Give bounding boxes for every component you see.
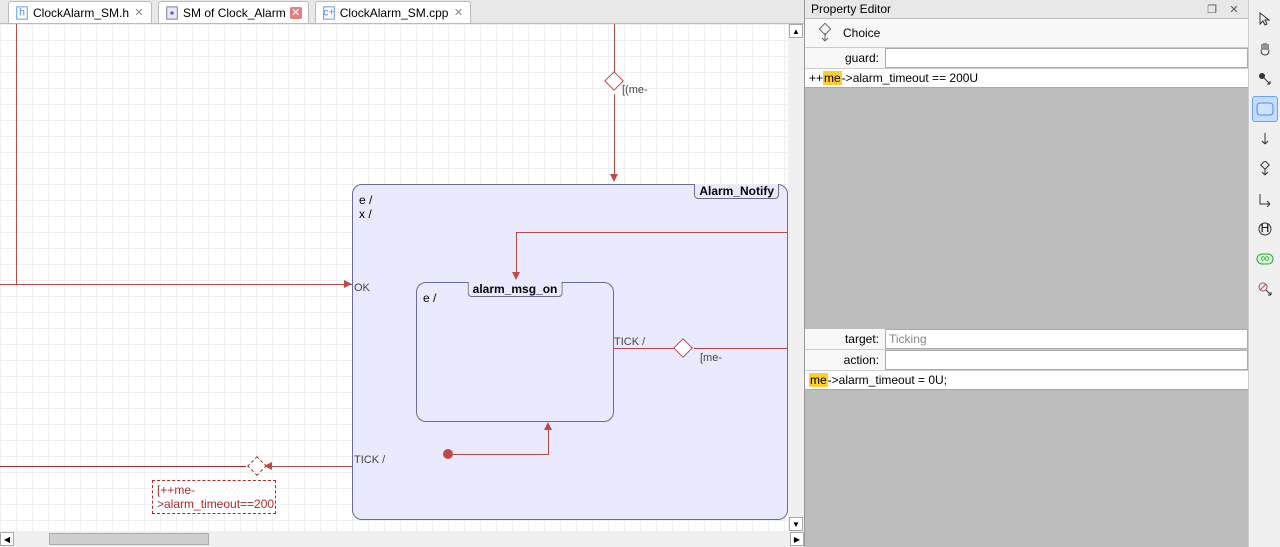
tool-select[interactable] xyxy=(1252,6,1278,32)
trigger-label: TICK / xyxy=(354,454,385,466)
guard-annotation-selected[interactable]: [++me- >alarm_timeout==200 xyxy=(152,480,276,514)
tool-loop[interactable]: ∞ xyxy=(1252,246,1278,272)
vertical-scrollbar[interactable]: ▲ ▼ xyxy=(788,24,804,531)
close-icon[interactable]: ✕ xyxy=(290,7,302,19)
tool-transition[interactable] xyxy=(1252,126,1278,152)
tool-initial[interactable] xyxy=(1252,66,1278,92)
property-editor-panel: Property Editor ❐ ✕ Choice guard: ++me->… xyxy=(804,0,1248,547)
action-code-area[interactable]: me->alarm_timeout = 0U; xyxy=(805,371,1248,547)
transition-segment xyxy=(16,24,17,284)
tab-clockalarm-h[interactable]: h ClockAlarm_SM.h ✕ xyxy=(8,1,152,23)
file-cpp-icon: c+ xyxy=(322,6,336,20)
transition-segment xyxy=(516,232,788,233)
svg-text:c+: c+ xyxy=(323,6,334,18)
trigger-label: TICK / xyxy=(614,336,645,348)
statechart-canvas[interactable]: [(me- Alarm_Notify e / x / OK alarm_msg_… xyxy=(0,24,804,547)
tool-pan[interactable] xyxy=(1252,36,1278,62)
state-title: Alarm_Notify xyxy=(694,184,779,199)
scrollbar-thumb[interactable] xyxy=(49,533,209,545)
scroll-right-button[interactable]: ▶ xyxy=(790,532,804,546)
choice-pseudostate-selected[interactable] xyxy=(247,456,267,476)
tab-label: SM of Clock_Alarm xyxy=(183,6,286,20)
transition-segment xyxy=(0,466,246,467)
initial-pseudostate[interactable] xyxy=(443,449,453,459)
target-input[interactable] xyxy=(885,329,1248,349)
transition-segment xyxy=(453,454,548,455)
tab-label: ClockAlarm_SM.cpp xyxy=(340,6,449,20)
tool-choice[interactable] xyxy=(1252,156,1278,182)
restore-icon[interactable]: ❐ xyxy=(1204,2,1220,16)
transition-segment xyxy=(614,94,615,180)
arrow-icon xyxy=(610,174,618,182)
tool-history[interactable]: H xyxy=(1252,216,1278,242)
scroll-left-button[interactable]: ◀ xyxy=(0,532,14,546)
tab-clockalarm-cpp[interactable]: c+ ClockAlarm_SM.cpp ✕ xyxy=(315,1,472,23)
svg-text:H: H xyxy=(1260,221,1269,235)
state-entry: e / xyxy=(423,291,436,305)
state-alarm-msg-on[interactable]: alarm_msg_on e / xyxy=(416,282,614,422)
close-icon[interactable]: ✕ xyxy=(133,7,145,19)
transition-segment xyxy=(268,466,352,467)
tool-delete[interactable] xyxy=(1252,276,1278,302)
panel-title: Property Editor xyxy=(811,2,1198,16)
guard-input[interactable] xyxy=(885,48,1248,68)
arrow-icon xyxy=(344,280,352,288)
file-h-icon: h xyxy=(15,6,29,20)
state-title: alarm_msg_on xyxy=(468,282,563,297)
arrow-icon xyxy=(512,272,520,280)
scroll-up-button[interactable]: ▲ xyxy=(789,24,803,38)
choice-pseudostate[interactable] xyxy=(604,71,624,91)
guard-field-label: guard: xyxy=(805,48,885,68)
state-entry-exit: e / x / xyxy=(359,193,372,221)
svg-text:h: h xyxy=(19,6,25,18)
choice-icon xyxy=(815,23,835,43)
diagram-toolbar: H ∞ xyxy=(1248,0,1280,547)
svg-text:∞: ∞ xyxy=(1260,253,1269,265)
close-icon[interactable]: ✕ xyxy=(1226,2,1242,16)
tool-internal-transition[interactable] xyxy=(1252,186,1278,212)
arrow-icon xyxy=(544,422,552,430)
trigger-label: OK xyxy=(354,282,370,294)
scroll-down-button[interactable]: ▼ xyxy=(789,517,803,531)
editor-tabs: h ClockAlarm_SM.h ✕ SM of Clock_Alarm ✕ … xyxy=(0,0,804,24)
guard-code-area[interactable]: ++me->alarm_timeout == 200U xyxy=(805,69,1248,329)
action-input[interactable] xyxy=(885,350,1248,370)
tab-label: ClockAlarm_SM.h xyxy=(33,6,129,20)
tool-state[interactable] xyxy=(1252,96,1278,122)
close-icon[interactable]: ✕ xyxy=(452,7,464,19)
transition-segment xyxy=(614,348,674,349)
horizontal-scrollbar[interactable]: ◀ ▶ xyxy=(0,531,804,547)
element-kind: Choice xyxy=(843,26,880,40)
file-sm-icon xyxy=(165,6,179,20)
transition-segment xyxy=(548,426,549,455)
transition-segment xyxy=(694,348,788,349)
guard-label: [(me- xyxy=(622,84,648,96)
target-field-label: target: xyxy=(805,329,885,349)
tab-sm-clock-alarm[interactable]: SM of Clock_Alarm ✕ xyxy=(158,1,309,23)
element-kind-row: Choice xyxy=(805,19,1248,48)
guard-label: [me- xyxy=(700,352,722,364)
action-field-label: action: xyxy=(805,350,885,370)
transition-segment xyxy=(0,284,352,285)
